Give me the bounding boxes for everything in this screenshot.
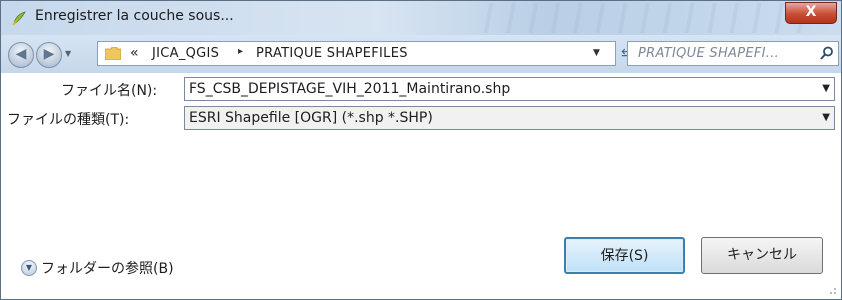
- close-button[interactable]: X: [785, 2, 837, 24]
- filename-field[interactable]: FS_CSB_DEPISTAGE_VIH_2011_Maintirano.shp…: [184, 77, 835, 101]
- filetype-select[interactable]: ESRI Shapefile [OGR] (*.shp *.SHP) ▼: [184, 106, 835, 130]
- filetype-label: ファイルの種類(T):: [7, 112, 130, 128]
- filename-label: ファイル名(N):: [61, 83, 158, 99]
- search-input[interactable]: PRATIQUE SHAPEFI...: [627, 41, 839, 66]
- address-dropdown-icon[interactable]: ▼: [593, 48, 600, 58]
- browse-folders-label[interactable]: フォルダーの参照(B): [41, 258, 174, 278]
- search-placeholder: PRATIQUE SHAPEFI...: [638, 46, 780, 61]
- cancel-button[interactable]: キャンセル: [701, 237, 823, 274]
- history-dropdown-icon[interactable]: ▼: [65, 49, 71, 58]
- chevron-down-icon[interactable]: ▼: [822, 83, 830, 94]
- forward-arrow-icon[interactable]: ▶: [36, 42, 62, 68]
- breadcrumb-separator[interactable]: ▸: [238, 46, 243, 57]
- filename-value: FS_CSB_DEPISTAGE_VIH_2011_Maintirano.shp: [189, 81, 511, 97]
- resize-grip-icon[interactable]: [825, 283, 837, 295]
- dialog-body: ファイル名(N): FS_CSB_DEPISTAGE_VIH_2011_Main…: [1, 73, 841, 299]
- folder-icon: [105, 47, 121, 60]
- breadcrumb-item[interactable]: PRATIQUE SHAPEFILES: [256, 46, 408, 61]
- window-title: Enregistrer la couche sous...: [35, 8, 234, 24]
- navigation-bar: ◀ ▶ ▼ « JICA_QGIS ▸ PRATIQUE SHAPEFILES …: [1, 35, 841, 73]
- breadcrumb-item[interactable]: JICA_QGIS: [152, 46, 219, 61]
- save-button[interactable]: 保存(S): [564, 237, 685, 274]
- back-arrow-icon[interactable]: ◀: [8, 42, 34, 68]
- save-dialog: Enregistrer la couche sous... X ◀ ▶ ▼ « …: [0, 0, 842, 300]
- address-bar[interactable]: « JICA_QGIS ▸ PRATIQUE SHAPEFILES ▼: [97, 41, 616, 66]
- qgis-icon: [12, 11, 26, 26]
- filetype-value: ESRI Shapefile [OGR] (*.shp *.SHP): [189, 110, 433, 126]
- title-bar[interactable]: Enregistrer la couche sous...: [1, 1, 841, 35]
- chevron-down-icon[interactable]: ▼: [822, 112, 830, 123]
- search-icon[interactable]: [820, 46, 834, 60]
- breadcrumb-overflow[interactable]: «: [130, 45, 139, 61]
- expand-chevron-icon[interactable]: ▼: [21, 260, 37, 276]
